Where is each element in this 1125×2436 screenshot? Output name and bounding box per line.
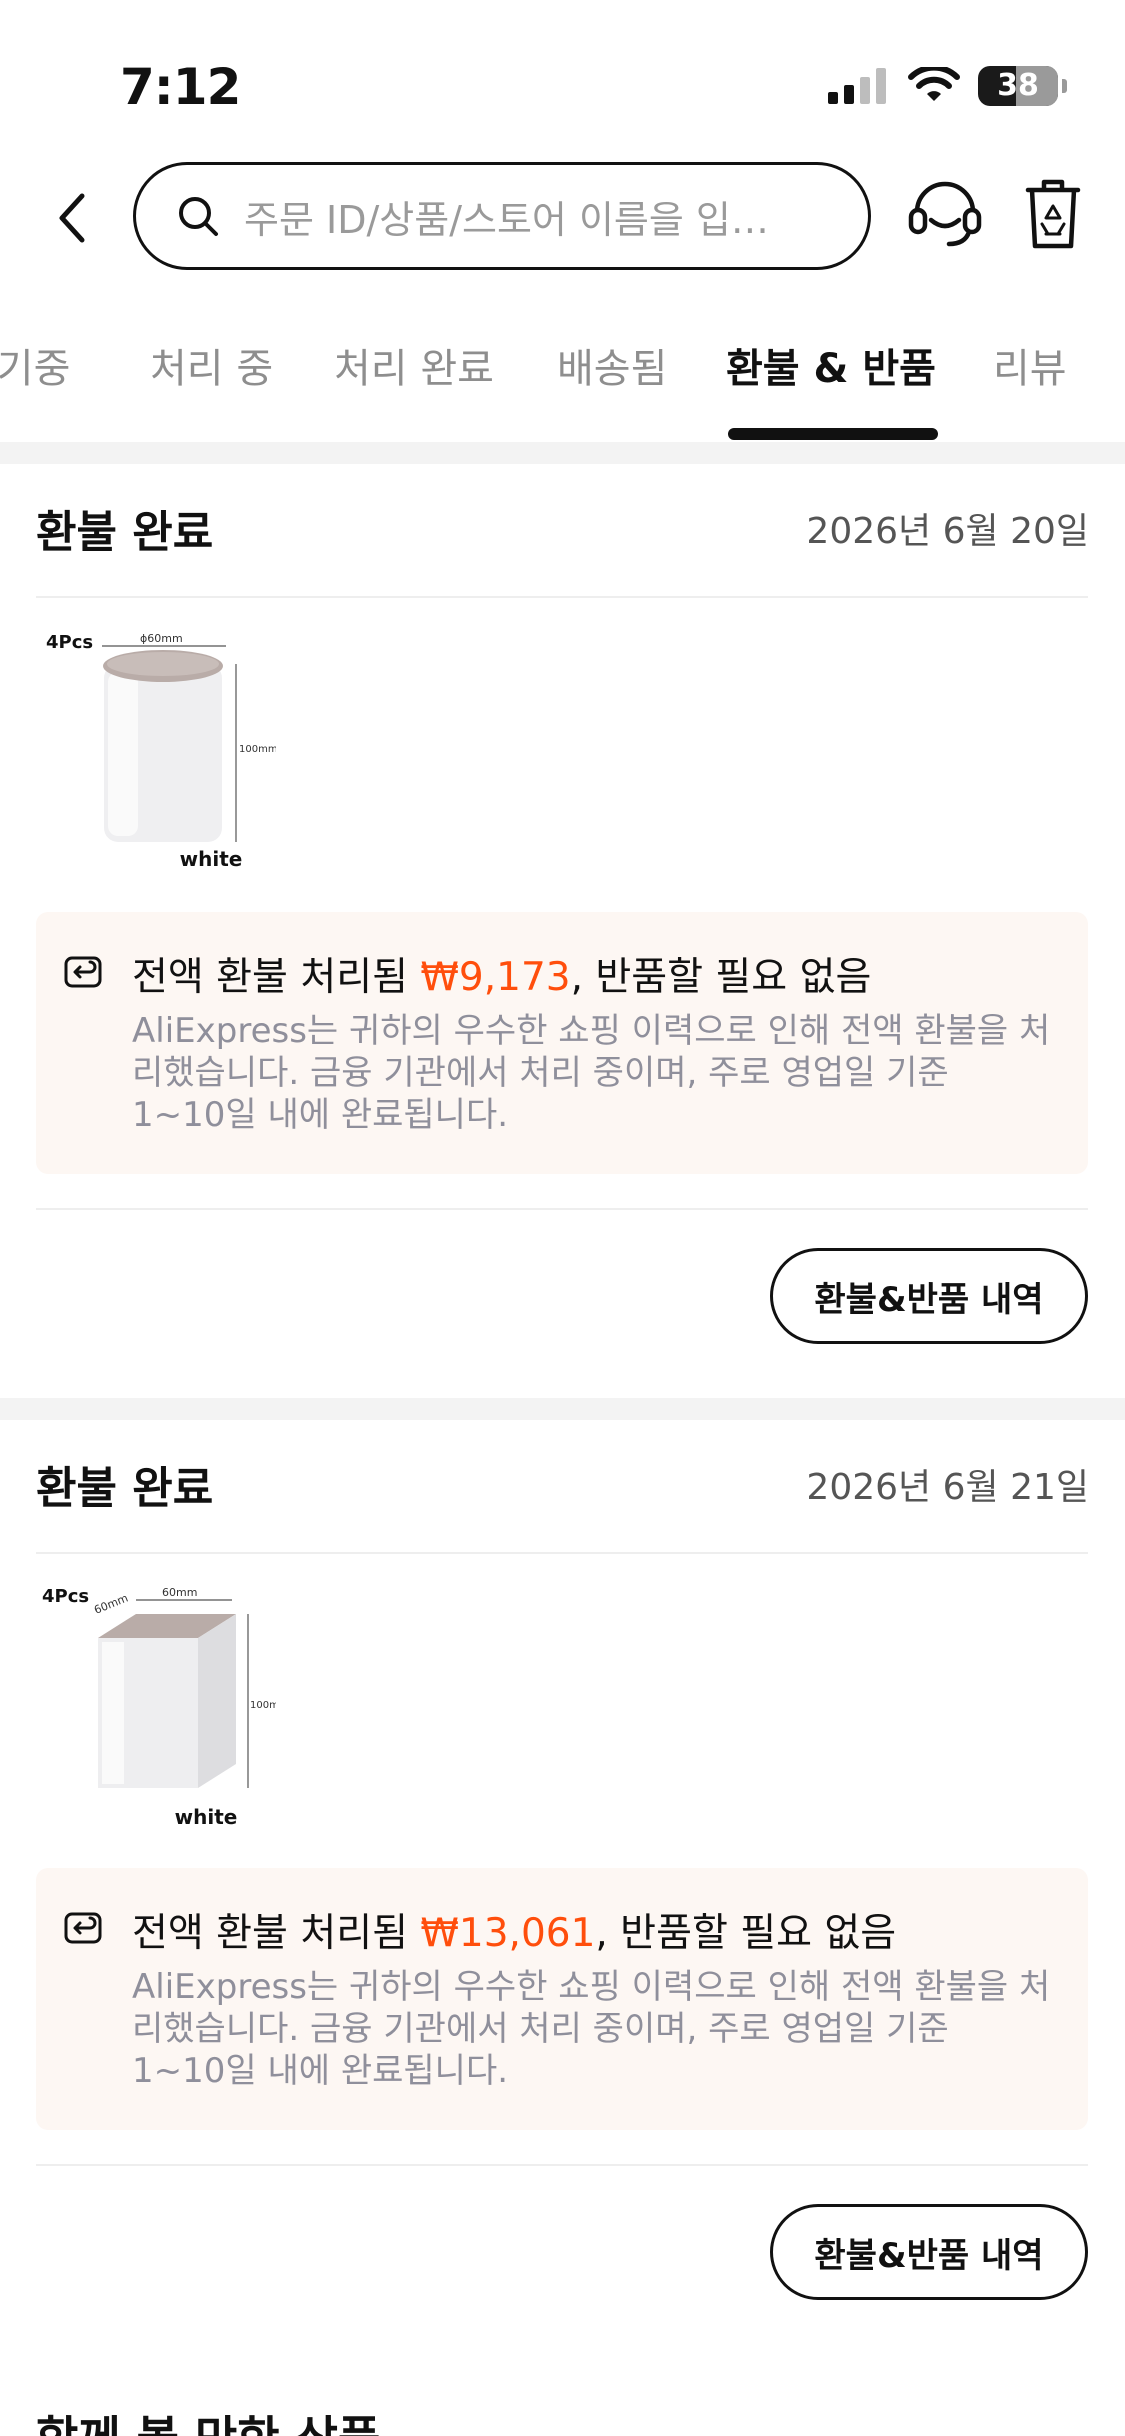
refund-title-prefix: 전액 환불 처리됨 (132, 955, 421, 1000)
refund-title-prefix: 전액 환불 처리됨 (132, 1911, 421, 1956)
product-qty-label: 4Pcs (42, 1586, 89, 1607)
product-dim-side: 100mm (250, 1700, 276, 1711)
tab-awaiting[interactable]: 배기중 (0, 336, 70, 394)
chevron-left-icon[interactable] (52, 190, 92, 246)
recycle-bin-icon[interactable] (1020, 176, 1086, 252)
order-status: 환불 완료 (36, 1463, 214, 1514)
tab-active-indicator (728, 428, 938, 440)
product-image-round-jar[interactable]: 4Pcs ϕ60mm 100mm white (36, 624, 276, 874)
product-color-label: white (180, 847, 243, 871)
battery-level: 38 (997, 68, 1039, 103)
refund-notice: 전액 환불 처리됨 ₩9,173, 반품할 필요 없음 AliExpress는 … (36, 912, 1088, 1174)
tab-refund-return[interactable]: 환불 & 반품 (726, 336, 936, 394)
tab-bar: 배기중 처리 중 처리 완료 배송됨 환불 & 반품 리뷰 (0, 300, 1125, 442)
status-icons: 38 (828, 66, 1067, 106)
product-dim-top: 60mm (162, 1586, 197, 1599)
tab-shipped[interactable]: 배송됨 (557, 336, 667, 394)
refund-notice: 전액 환불 처리됨 ₩13,061, 반품할 필요 없음 AliExpress는… (36, 1868, 1088, 2130)
refund-description: AliExpress는 귀하의 우수한 쇼핑 이력으로 인해 전액 환불을 처리… (132, 1967, 1051, 2091)
tab-processing[interactable]: 처리 중 (150, 336, 273, 394)
wifi-icon (908, 67, 960, 101)
order-status: 환불 완료 (36, 507, 214, 558)
status-bar: 7:12 38 (0, 0, 1125, 150)
refund-return-icon (64, 1912, 102, 1944)
order-date: 2026년 6월 21일 (806, 1467, 1089, 1508)
headset-icon[interactable] (907, 180, 983, 250)
search-icon (179, 197, 218, 236)
status-time: 7:12 (120, 58, 241, 116)
refund-title: 전액 환불 처리됨 ₩13,061, 반품할 필요 없음 (132, 1902, 896, 1958)
tab-processed[interactable]: 처리 완료 (334, 336, 494, 394)
order-card: 환불 완료 2026년 6월 20일 4Pcs ϕ60mm 100mm whit… (0, 464, 1125, 1398)
refund-title-suffix: , 반품할 필요 없음 (595, 1911, 897, 1956)
cellular-signal-icon (828, 68, 886, 104)
header: 주문 ID/상품/스토어 이름을 입… (0, 150, 1125, 280)
refund-amount: ₩13,061 (420, 1911, 596, 1956)
refund-return-history-button[interactable]: 환불&반품 내역 (770, 1248, 1088, 1344)
refund-return-icon (64, 956, 102, 988)
card-divider (36, 596, 1088, 598)
search-input[interactable]: 주문 ID/상품/스토어 이름을 입… (133, 162, 871, 270)
product-image-square-jar[interactable]: 4Pcs 60mm 60mm 100mm white (36, 1580, 276, 1830)
refund-amount: ₩9,173 (420, 955, 571, 1000)
section-divider (0, 1398, 1125, 1420)
card-divider (36, 1208, 1088, 1210)
refund-return-history-button[interactable]: 환불&반품 내역 (770, 2204, 1088, 2300)
section-divider (0, 442, 1125, 464)
battery-tip (1062, 79, 1067, 93)
tab-review[interactable]: 리뷰 (993, 336, 1067, 394)
product-qty-label: 4Pcs (46, 632, 93, 653)
battery-icon: 38 (978, 66, 1058, 106)
product-dim-side: 100mm (239, 744, 276, 755)
order-card: 환불 완료 2026년 6월 21일 4Pcs 60mm 60mm 100mm … (0, 1420, 1125, 2354)
card-divider (36, 2164, 1088, 2166)
order-date: 2026년 6월 20일 (806, 511, 1089, 552)
product-dim-top: ϕ60mm (140, 632, 183, 645)
search-placeholder: 주문 ID/상품/스토어 이름을 입… (244, 197, 769, 242)
product-color-label: white (175, 1805, 238, 1829)
refund-description: AliExpress는 귀하의 우수한 쇼핑 이력으로 인해 전액 환불을 처리… (132, 1011, 1051, 1135)
product-dim-left: 60mm (92, 1591, 130, 1616)
refund-title-suffix: , 반품할 필요 없음 (570, 955, 872, 1000)
card-divider (36, 1552, 1088, 1554)
refund-title: 전액 환불 처리됨 ₩9,173, 반품할 필요 없음 (132, 946, 871, 1002)
recommendations-title: 함께 볼 만한 상품 (36, 2402, 380, 2436)
